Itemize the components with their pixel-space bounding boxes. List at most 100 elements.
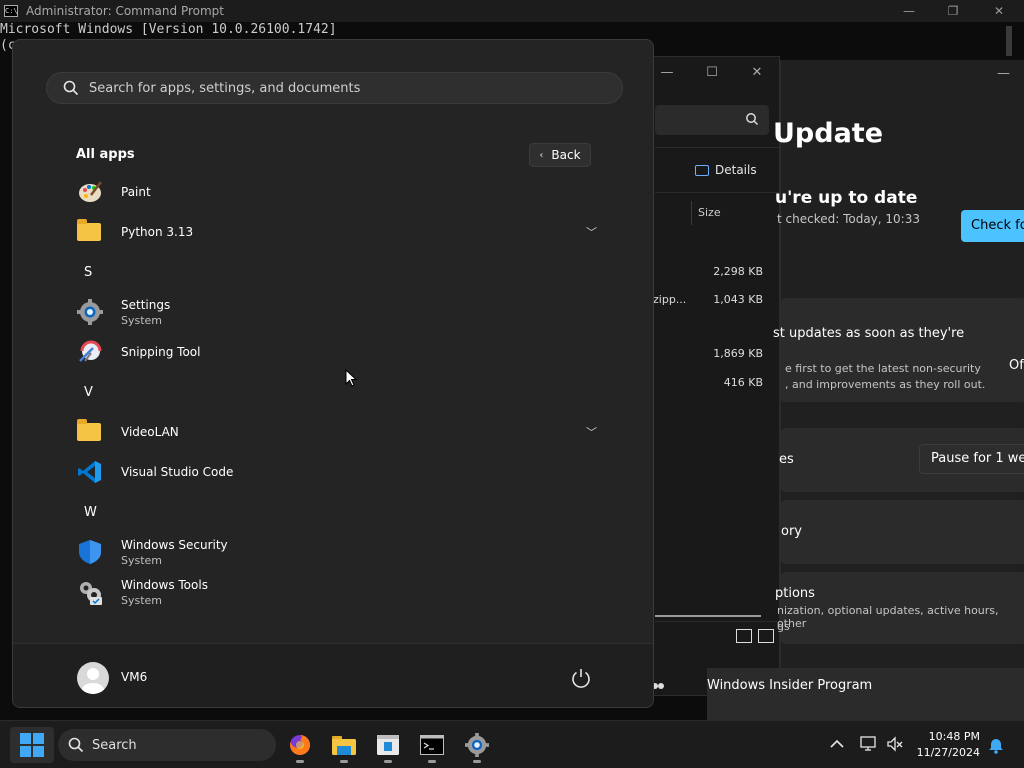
taskbar-search[interactable]: Search [58, 729, 276, 761]
paint-icon [77, 179, 103, 205]
mouse-cursor-icon [345, 369, 357, 387]
all-apps-title: All apps [76, 147, 135, 162]
windows-insider-row[interactable]: Windows Insider Program [646, 668, 1024, 720]
size-column-header[interactable]: Size [691, 201, 771, 225]
shield-icon [77, 539, 103, 565]
volume-muted-icon[interactable] [886, 736, 904, 752]
running-indicator [473, 760, 481, 763]
pause-updates-dropdown[interactable]: Pause for 1 wee [919, 444, 1024, 474]
back-button[interactable]: ‹ Back [529, 143, 591, 167]
app-item-videolan[interactable]: VideoLAN ﹀ [69, 413, 597, 451]
cmd-minimize-button[interactable]: — [886, 0, 932, 22]
check-for-updates-button[interactable]: Check fo [961, 210, 1024, 242]
app-item-snipping-tool[interactable]: Snipping Tool [69, 333, 597, 371]
running-indicator [384, 760, 392, 763]
folder-icon [332, 736, 356, 755]
app-name: VideoLAN [121, 425, 179, 439]
power-icon[interactable] [569, 666, 593, 690]
cmd-scrollbar[interactable] [1006, 26, 1012, 56]
start-menu[interactable]: All apps ‹ Back Paint Python 3.13 ﹀ S Se… [12, 39, 654, 708]
network-icon[interactable] [860, 736, 878, 752]
taskbar: Search 10:48 PM 11/27/2024 [0, 720, 1024, 768]
desktop: C:\ Administrator: Command Prompt — ❐ ✕ … [0, 0, 1024, 768]
taskbar-firefox[interactable] [282, 727, 318, 763]
explorer-horizontal-scrollbar[interactable] [655, 615, 761, 617]
windows-logo-icon [20, 733, 44, 757]
app-subtitle: System [121, 313, 163, 327]
explorer-close-button[interactable]: ✕ [737, 61, 777, 85]
start-search-box[interactable] [46, 72, 623, 104]
running-indicator [428, 760, 436, 763]
cmd-close-button[interactable]: ✕ [976, 0, 1022, 22]
taskbar-time[interactable]: 10:48 PM [920, 730, 980, 743]
advanced-options-desc: nization, optional updates, active hours… [777, 604, 999, 630]
cmd-title: Administrator: Command Prompt [26, 4, 224, 18]
start-search-input[interactable] [89, 80, 622, 96]
app-name: Paint [121, 185, 151, 199]
file-name-fragment[interactable]: zipp... [653, 293, 686, 306]
app-item-windows-security[interactable]: Windows Security System [69, 533, 597, 571]
running-indicator [296, 760, 304, 763]
app-name: Python 3.13 [121, 225, 194, 239]
advanced-options-title: ptions [775, 586, 815, 601]
details-view-icon[interactable] [736, 629, 752, 643]
cmd-icon: C:\ [4, 5, 18, 17]
settings-minimize-button[interactable]: — [997, 66, 1010, 81]
last-checked-text: t checked: Today, 10:33 [777, 212, 920, 226]
latest-updates-card[interactable]: st updates as soon as they're e first to… [773, 298, 1024, 402]
notification-bell-icon[interactable] [988, 736, 1004, 754]
taskbar-command-prompt[interactable] [414, 727, 450, 763]
details-button[interactable]: Details [695, 163, 757, 177]
update-history-card[interactable]: ory [781, 500, 1024, 564]
terminal-icon [420, 735, 444, 755]
chevron-up-icon[interactable] [830, 739, 844, 749]
update-history-label: ory [781, 524, 802, 539]
letter-header-s[interactable]: S [84, 265, 92, 280]
vscode-icon [77, 459, 103, 485]
gear-icon [77, 299, 103, 325]
taskbar-date[interactable]: 11/27/2024 [916, 746, 980, 759]
file-size: 1,869 KB [713, 347, 763, 360]
latest-updates-title: st updates as soon as they're [773, 326, 965, 341]
app-name: Settings [121, 297, 171, 312]
explorer-search-box[interactable] [655, 105, 769, 135]
latest-updates-toggle-label[interactable]: Of [1009, 358, 1024, 373]
large-icons-view-icon[interactable] [758, 629, 774, 643]
user-avatar[interactable] [77, 662, 109, 694]
settings-window[interactable]: — Update u're up to date t checked: Toda… [646, 60, 1024, 720]
cmd-titlebar[interactable]: C:\ Administrator: Command Prompt — ❐ ✕ [0, 0, 1024, 22]
file-size: 416 KB [723, 376, 763, 389]
chevron-left-icon: ‹ [539, 149, 544, 161]
latest-updates-desc: , and improvements as they roll out. [785, 378, 986, 391]
taskbar-file-explorer[interactable] [326, 727, 362, 763]
window-app-icon [377, 735, 399, 755]
gear-icon [465, 733, 489, 757]
details-pane-icon [695, 164, 709, 176]
explorer-maximize-button[interactable]: ☐ [692, 61, 732, 85]
snipping-tool-icon [77, 339, 103, 365]
app-name: Visual Studio Code [121, 465, 234, 479]
settings-page-title: Update [773, 118, 884, 149]
app-item-paint[interactable]: Paint [69, 173, 597, 211]
start-button[interactable] [10, 727, 54, 763]
folder-icon [77, 219, 103, 245]
taskbar-settings[interactable] [459, 727, 495, 763]
chevron-down-icon[interactable]: ﹀ [586, 424, 597, 440]
app-name: Windows Security [121, 537, 228, 552]
chevron-down-icon[interactable]: ﹀ [586, 224, 597, 240]
letter-header-v[interactable]: V [84, 385, 93, 400]
letter-header-w[interactable]: W [84, 505, 97, 520]
app-item-visual-studio-code[interactable]: Visual Studio Code [69, 453, 597, 491]
user-name[interactable]: VM6 [121, 670, 147, 684]
taskbar-settings-app[interactable] [370, 727, 406, 763]
cmd-restore-button[interactable]: ❐ [930, 0, 976, 22]
advanced-options-card[interactable]: ptions nization, optional updates, activ… [775, 572, 1024, 644]
running-indicator [340, 760, 348, 763]
update-status-title: u're up to date [775, 188, 918, 208]
search-icon [68, 737, 84, 753]
app-item-python[interactable]: Python 3.13 ﹀ [69, 213, 597, 251]
app-item-windows-tools[interactable]: Windows Tools System [69, 573, 597, 611]
app-name: Snipping Tool [121, 345, 201, 359]
windows-insider-label: Windows Insider Program [707, 678, 873, 693]
app-item-settings[interactable]: Settings System [69, 293, 597, 331]
